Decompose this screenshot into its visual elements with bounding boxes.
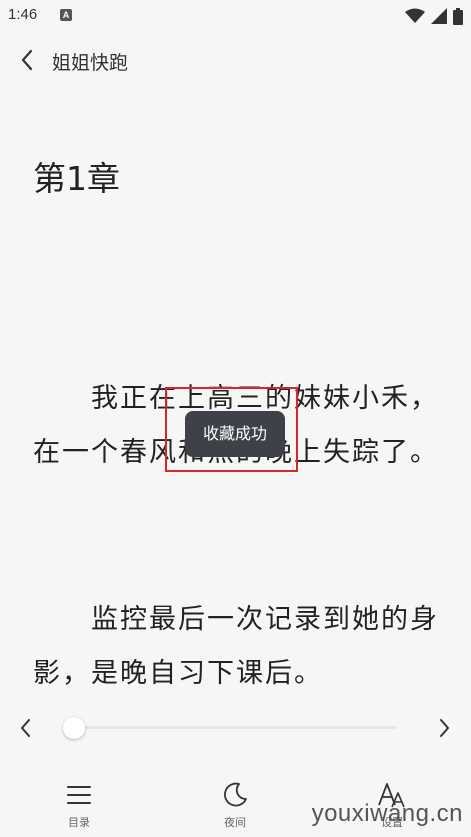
- prev-chapter-button[interactable]: [12, 714, 40, 742]
- battery-icon: [453, 7, 463, 25]
- watermark: youxiwang.cn: [311, 800, 463, 827]
- wifi-icon: [405, 8, 425, 23]
- back-button[interactable]: [14, 46, 42, 74]
- reader-header: 姐姐快跑: [0, 32, 471, 88]
- paragraph: 监控最后一次记录到她的身影，是晚自习下课后。: [33, 604, 439, 688]
- night-mode-button[interactable]: 夜间: [195, 780, 275, 836]
- chapter-progress-row: [0, 700, 471, 756]
- chevron-left-icon: [21, 719, 30, 737]
- moon-icon: [224, 782, 247, 807]
- chevron-right-icon: [440, 719, 449, 737]
- progress-slider-track[interactable]: [64, 726, 396, 729]
- notification-icon: A: [60, 9, 72, 21]
- next-chapter-button[interactable]: [430, 714, 458, 742]
- status-time: 1:46: [8, 6, 38, 23]
- toc-label: 目录: [68, 816, 90, 829]
- progress-slider-thumb[interactable]: [62, 717, 85, 739]
- chapter-title: 第1章: [33, 159, 120, 198]
- menu-list-icon: [67, 786, 91, 804]
- signal-icon: [431, 8, 447, 24]
- chevron-left-icon: [21, 49, 33, 71]
- toast-highlight-box: [165, 387, 298, 472]
- status-icons: [405, 7, 463, 25]
- night-mode-label: 夜间: [224, 816, 246, 829]
- book-title: 姐姐快跑: [52, 52, 129, 74]
- status-bar: 1:46 A: [0, 0, 471, 32]
- toc-button[interactable]: 目录: [39, 780, 119, 836]
